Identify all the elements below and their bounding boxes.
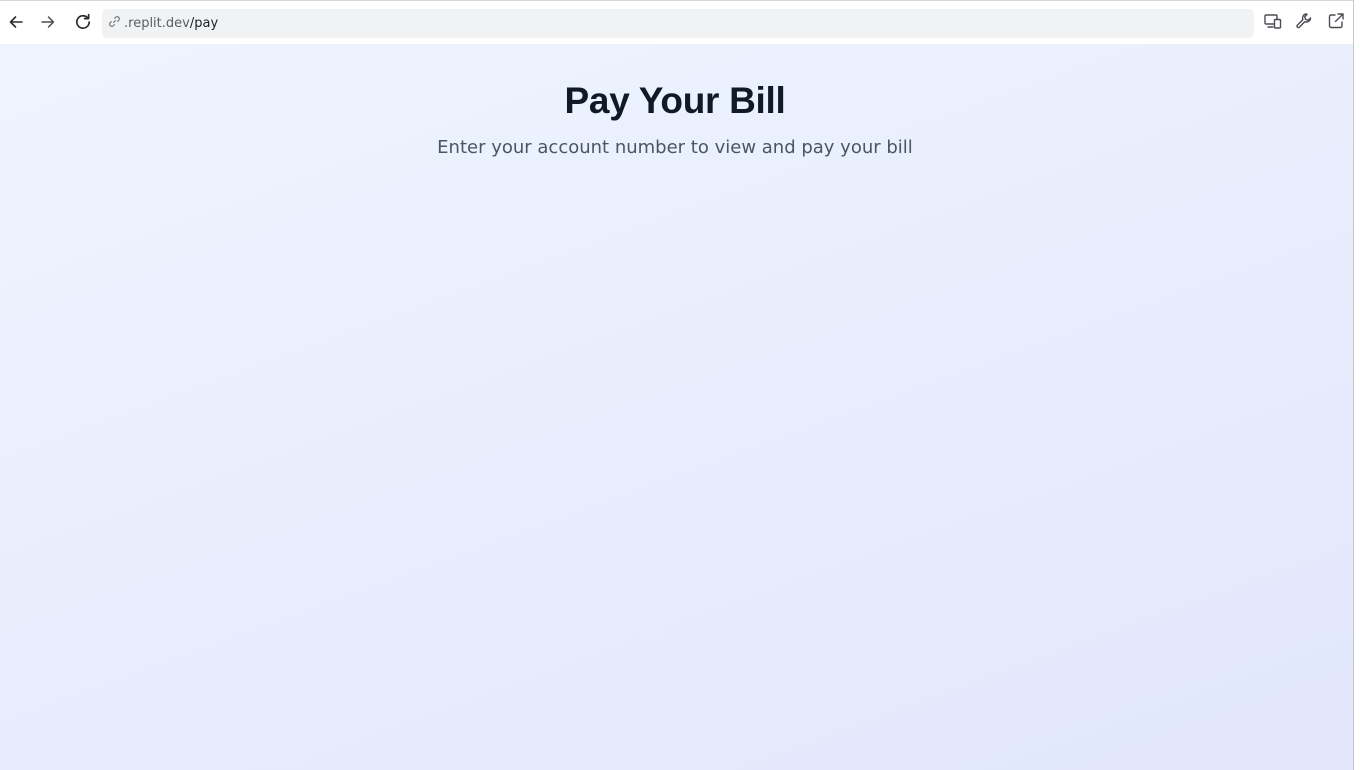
arrow-left-icon — [7, 13, 25, 31]
page-viewport: Pay Your Bill Enter your account number … — [0, 44, 1353, 770]
link-icon — [108, 15, 121, 33]
wrench-icon — [1294, 11, 1314, 36]
forward-button[interactable] — [36, 10, 60, 34]
url-text: .replit.dev/pay — [124, 16, 218, 31]
browser-window: .replit.dev/pay Pay Your Bill Enter your… — [0, 0, 1354, 770]
browser-toolbar: .replit.dev/pay — [0, 0, 1353, 44]
arrow-right-icon — [39, 13, 57, 31]
reload-icon — [73, 12, 93, 32]
device-preview-button[interactable] — [1262, 12, 1284, 34]
external-link-icon — [1326, 11, 1346, 36]
reload-button[interactable] — [71, 10, 95, 34]
url-path: /pay — [189, 16, 219, 31]
devtools-button[interactable] — [1293, 12, 1315, 34]
page-title: Pay Your Bill — [564, 80, 786, 121]
url-host: .replit.dev — [124, 16, 190, 31]
open-new-tab-button[interactable] — [1325, 12, 1347, 34]
responsive-devices-icon — [1263, 11, 1283, 36]
address-bar[interactable]: .replit.dev/pay — [102, 9, 1254, 38]
back-button[interactable] — [4, 10, 28, 34]
page-subtitle: Enter your account number to view and pa… — [437, 137, 913, 158]
